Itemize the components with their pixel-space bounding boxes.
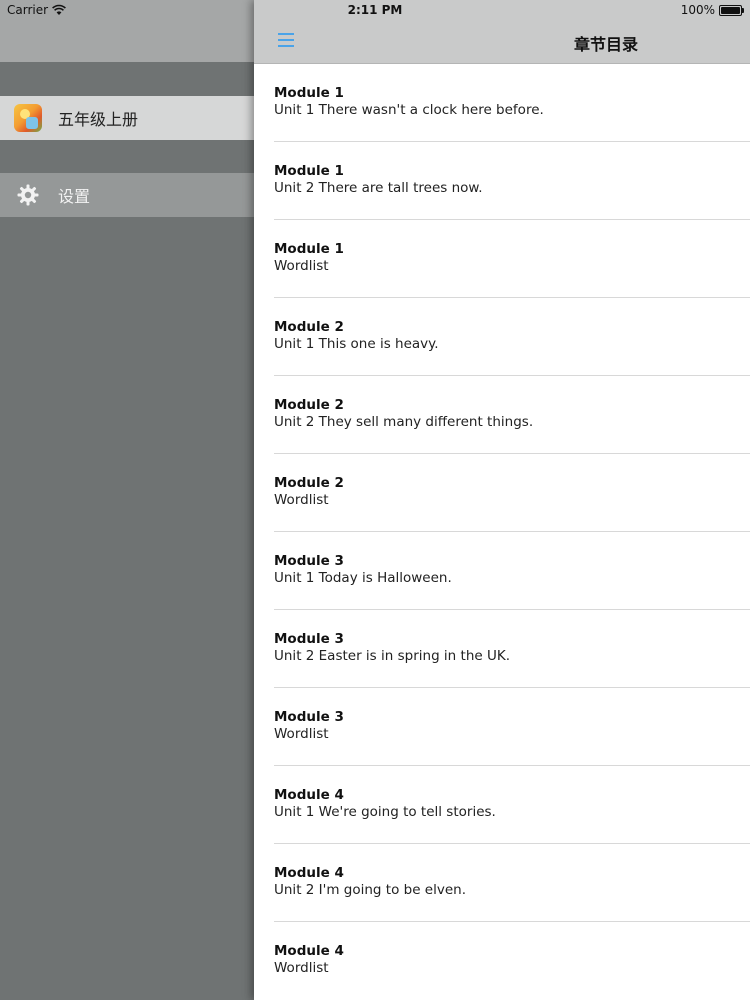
- list-item[interactable]: Module 1 Unit 2 There are tall trees now…: [274, 142, 750, 220]
- chapter-unit: Unit 2 I'm going to be elven.: [274, 882, 466, 898]
- list-item[interactable]: Module 4 Wordlist: [274, 922, 750, 1000]
- list-item[interactable]: Module 2 Wordlist: [274, 454, 750, 532]
- book-cover-icon: [14, 104, 42, 132]
- list-item[interactable]: Module 3 Unit 1 Today is Halloween.: [274, 532, 750, 610]
- status-bar: Carrier 2:11 PM 100%: [0, 0, 750, 22]
- chapter-panel: 章节目录 Module 1 Unit 1 There wasn't a cloc…: [254, 0, 750, 1000]
- status-right: 100%: [681, 3, 744, 17]
- chapter-module: Module 1: [274, 163, 344, 179]
- chapter-list: Module 1 Unit 1 There wasn't a clock her…: [254, 64, 750, 1000]
- chapter-module: Module 3: [274, 631, 344, 647]
- sidebar-menu: 五年级上册 设置: [0, 0, 254, 1000]
- list-item[interactable]: Module 2 Unit 1 This one is heavy.: [274, 298, 750, 376]
- sidebar-item-grade5-vol1[interactable]: 五年级上册: [0, 96, 254, 140]
- chapter-unit: Unit 1 There wasn't a clock here before.: [274, 102, 544, 118]
- chapter-module: Module 3: [274, 553, 344, 569]
- sidebar-item-label: 五年级上册: [58, 110, 139, 129]
- chapter-unit: Unit 2 They sell many different things.: [274, 414, 534, 430]
- chapter-unit: Unit 2 There are tall trees now.: [274, 180, 483, 196]
- chapter-module: Module 2: [274, 397, 344, 413]
- chapter-unit: Wordlist: [274, 258, 329, 274]
- chapter-module: Module 3: [274, 709, 344, 725]
- chapter-module: Module 2: [274, 319, 344, 335]
- chapter-module: Module 1: [274, 241, 344, 257]
- chapter-unit: Unit 2 Easter is in spring in the UK.: [274, 648, 510, 664]
- sidebar-item-label: 设置: [58, 187, 91, 206]
- battery-percentage: 100%: [680, 3, 715, 17]
- hamburger-menu-icon[interactable]: [278, 33, 294, 47]
- chapter-unit: Wordlist: [274, 492, 329, 508]
- chapter-module: Module 2: [274, 475, 344, 491]
- chapter-module: Module 4: [274, 787, 344, 803]
- chapter-unit: Unit 1 This one is heavy.: [274, 336, 439, 352]
- battery-icon: [719, 4, 744, 16]
- chapter-module: Module 1: [274, 85, 344, 101]
- chapter-unit: Unit 1 Today is Halloween.: [274, 570, 452, 586]
- list-item[interactable]: Module 1 Unit 1 There wasn't a clock her…: [274, 64, 750, 142]
- list-item[interactable]: Module 4 Unit 2 I'm going to be elven.: [274, 844, 750, 922]
- status-time: 2:11 PM: [347, 3, 403, 17]
- chapter-unit: Wordlist: [274, 726, 329, 742]
- chapter-unit: Wordlist: [274, 960, 329, 976]
- list-item[interactable]: Module 2 Unit 2 They sell many different…: [274, 376, 750, 454]
- list-item[interactable]: Module 3 Wordlist: [274, 688, 750, 766]
- list-item[interactable]: Module 1 Wordlist: [274, 220, 750, 298]
- app-screen: 五年级上册 设置 章节目录 Module 1 Unit 1 There wasn…: [0, 0, 750, 1000]
- page-title: 章节目录: [574, 35, 639, 54]
- gear-icon: [14, 181, 42, 209]
- sidebar-item-settings[interactable]: 设置: [0, 173, 254, 217]
- list-item[interactable]: Module 3 Unit 2 Easter is in spring in t…: [274, 610, 750, 688]
- chapter-module: Module 4: [274, 943, 344, 959]
- chapter-unit: Unit 1 We're going to tell stories.: [274, 804, 496, 820]
- list-item[interactable]: Module 4 Unit 1 We're going to tell stor…: [274, 766, 750, 844]
- chapter-module: Module 4: [274, 865, 344, 881]
